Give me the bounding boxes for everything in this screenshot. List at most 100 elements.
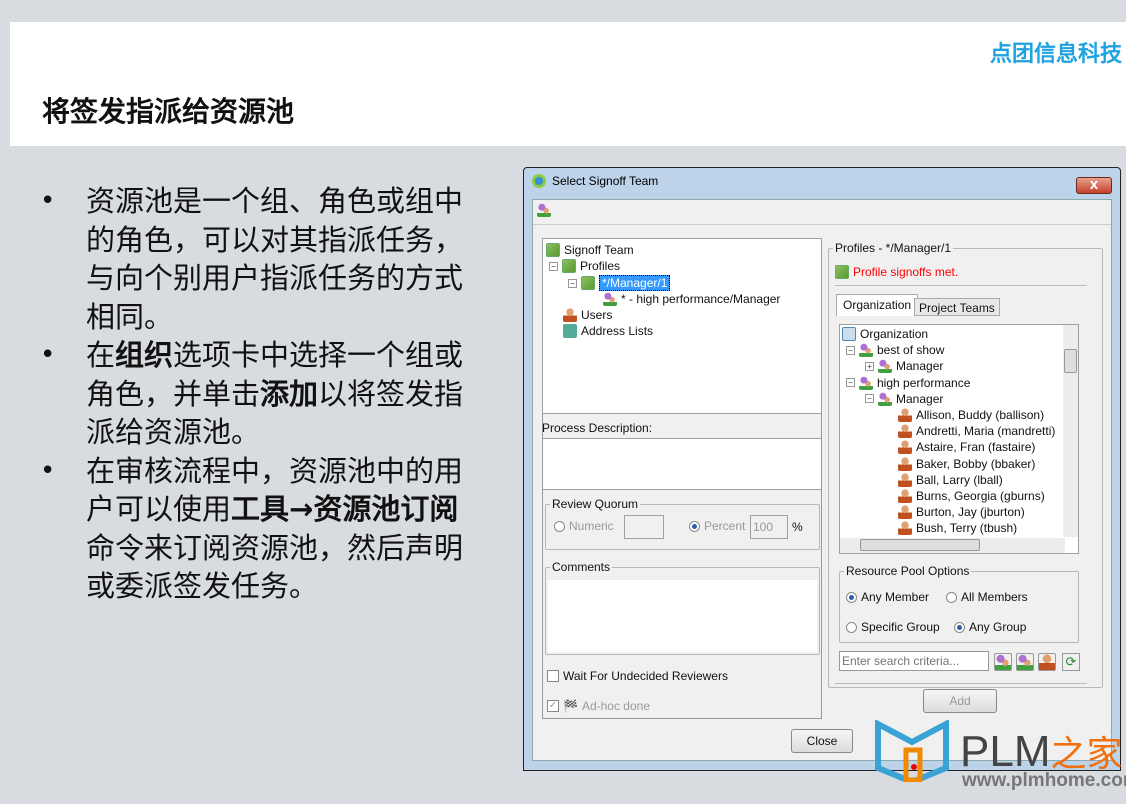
process-description-label: Process Description:: [542, 421, 653, 435]
numeric-input[interactable]: [624, 515, 664, 539]
profile-icon: [835, 265, 849, 279]
user-icon: [898, 456, 912, 471]
user-icon: [898, 505, 912, 520]
percent-radio[interactable]: Percent: [689, 519, 745, 533]
user-icon: [898, 521, 912, 536]
collapse-icon[interactable]: −: [865, 394, 874, 404]
tree-node-organization[interactable]: Organization: [842, 327, 928, 341]
tree-node-member[interactable]: Burton, Jay (jburton): [898, 505, 1025, 520]
tree-node-member[interactable]: Andretti, Maria (mandretti): [898, 424, 1055, 439]
bullet-item: 在组织选项卡中选择一个组或角色，并单击添加以将签发指派给资源池。: [40, 336, 480, 452]
add-button[interactable]: Add: [923, 689, 997, 713]
role-icon: [878, 391, 892, 406]
process-description-field[interactable]: [542, 438, 822, 490]
tree-node-address-lists[interactable]: Address Lists: [563, 324, 653, 338]
watermark-url: www.plmhome.com: [962, 770, 1126, 791]
team-toolbar-icon[interactable]: [537, 203, 551, 217]
tree-node-member[interactable]: Ball, Larry (lball): [898, 472, 1003, 487]
address-list-icon: [563, 324, 577, 338]
tree-node-group[interactable]: − best of show: [846, 343, 944, 358]
collapse-icon[interactable]: −: [846, 345, 855, 355]
any-group-radio[interactable]: Any Group: [954, 620, 1026, 634]
app-icon: [532, 174, 546, 188]
profiles-group-label: Profiles - */Manager/1: [833, 241, 954, 255]
tree-node-group[interactable]: − high performance: [846, 375, 970, 390]
tree-node-resource-pool[interactable]: * - high performance/Manager: [603, 292, 780, 306]
tree-node-manager-profile[interactable]: − */Manager/1: [568, 275, 671, 291]
search-group-icon[interactable]: [994, 653, 1012, 671]
close-button[interactable]: Close: [791, 729, 853, 753]
collapse-icon[interactable]: −: [549, 261, 558, 271]
bullet-text: 资源池是一个组、角色或组中的角色，可以对其指派任务，与向个别用户指派任务的方式相…: [86, 184, 464, 334]
group-icon: [859, 375, 873, 390]
adhoc-done-checkbox[interactable]: ✓ 🏁 Ad-hoc done: [547, 699, 650, 713]
search-user-icon[interactable]: [1038, 653, 1056, 671]
percent-unit: %: [792, 520, 803, 534]
search-role-icon[interactable]: [1016, 653, 1034, 671]
user-icon: [563, 308, 577, 322]
select-signoff-team-dialog: Select Signoff Team X Signoff Team − Prof…: [523, 167, 1121, 771]
user-icon: [898, 408, 912, 422]
window-close-button[interactable]: X: [1076, 177, 1112, 194]
wait-undecided-checkbox[interactable]: Wait For Undecided Reviewers: [547, 669, 728, 683]
user-icon: [898, 472, 912, 487]
specific-group-radio[interactable]: Specific Group: [846, 620, 940, 634]
role-icon: [878, 359, 892, 374]
user-icon: [898, 489, 912, 503]
resource-pool-options-group: Resource Pool Options Any Member All Mem…: [839, 564, 1079, 643]
refresh-icon[interactable]: ⟳: [1062, 653, 1080, 671]
bullet-text: 添加: [260, 376, 319, 411]
tree-node-role[interactable]: − Manager: [865, 391, 943, 406]
tab-organization[interactable]: Organization: [836, 294, 919, 316]
bullet-item: 资源池是一个组、角色或组中的角色，可以对其指派任务，与向个别用户指派任务的方式相…: [40, 182, 480, 336]
numeric-radio[interactable]: Numeric: [554, 519, 614, 533]
group-icon: [859, 343, 873, 358]
bullet-item: 在审核流程中，资源池中的用户可以使用工具→资源池订阅命令来订阅资源池，然后声明或…: [40, 452, 480, 606]
status-message: Profile signoffs met.: [835, 265, 958, 279]
collapse-icon[interactable]: −: [846, 378, 855, 388]
bullet-text: 命令来订阅资源池，然后声明或委派签发任务。: [86, 530, 464, 604]
organization-icon: [842, 327, 856, 341]
scroll-thumb[interactable]: [860, 539, 980, 551]
user-icon: [898, 440, 912, 455]
expand-icon[interactable]: +: [865, 361, 874, 371]
plm-logo-mark: [874, 719, 954, 786]
tree-node-profiles[interactable]: − Profiles: [549, 259, 620, 273]
vertical-scrollbar[interactable]: [1063, 325, 1078, 537]
dialog-body: Signoff Team − Profiles − */Manager/1 * - …: [532, 199, 1112, 761]
brand-text: 点团信息科技: [989, 42, 1122, 67]
checkered-flag-icon: 🏁: [563, 699, 578, 713]
review-quorum-label: Review Quorum: [550, 497, 641, 511]
profile-icon: [546, 243, 560, 257]
tree-node-signoff-team[interactable]: Signoff Team: [546, 243, 634, 257]
all-members-radio[interactable]: All Members: [946, 590, 1028, 604]
review-quorum-group: Review Quorum Numeric Percent 100 %: [545, 497, 820, 550]
profile-icon: [562, 259, 576, 273]
team-icon: [603, 292, 617, 306]
user-icon: [898, 424, 912, 439]
tree-node-member[interactable]: Burns, Georgia (gburns): [898, 489, 1045, 503]
dialog-title: Select Signoff Team: [552, 174, 659, 188]
bullet-list: 资源池是一个组、角色或组中的角色，可以对其指派任务，与向个别用户指派任务的方式相…: [40, 182, 480, 606]
tree-node-role[interactable]: + Manager: [865, 359, 943, 374]
horizontal-scrollbar[interactable]: [840, 538, 1065, 553]
search-input[interactable]: [839, 651, 989, 671]
comments-field[interactable]: [548, 580, 817, 652]
scroll-thumb[interactable]: [1064, 349, 1077, 373]
bullet-text: 在: [86, 338, 116, 372]
resource-pool-options-label: Resource Pool Options: [844, 564, 972, 578]
signoff-team-tree: Signoff Team − Profiles − */Manager/1 * - …: [542, 238, 822, 414]
percent-input[interactable]: 100: [750, 515, 788, 539]
collapse-icon[interactable]: −: [568, 278, 577, 288]
any-member-radio[interactable]: Any Member: [846, 590, 929, 604]
tree-node-member[interactable]: Astaire, Fran (fastaire): [898, 440, 1035, 455]
tree-node-users[interactable]: Users: [563, 308, 612, 322]
comments-group: Comments: [545, 560, 820, 655]
tree-node-member[interactable]: Bush, Terry (tbush): [898, 521, 1017, 536]
bullet-text: 组织: [115, 338, 174, 372]
organization-tree: Organization − best of show + Manager − high p…: [839, 324, 1079, 554]
tree-node-member[interactable]: Allison, Buddy (ballison): [898, 408, 1044, 422]
tree-node-member[interactable]: Baker, Bobby (bbaker): [898, 456, 1035, 471]
bullet-text: 工具→资源池订阅: [231, 492, 459, 526]
tab-project-teams[interactable]: Project Teams: [914, 298, 1000, 316]
